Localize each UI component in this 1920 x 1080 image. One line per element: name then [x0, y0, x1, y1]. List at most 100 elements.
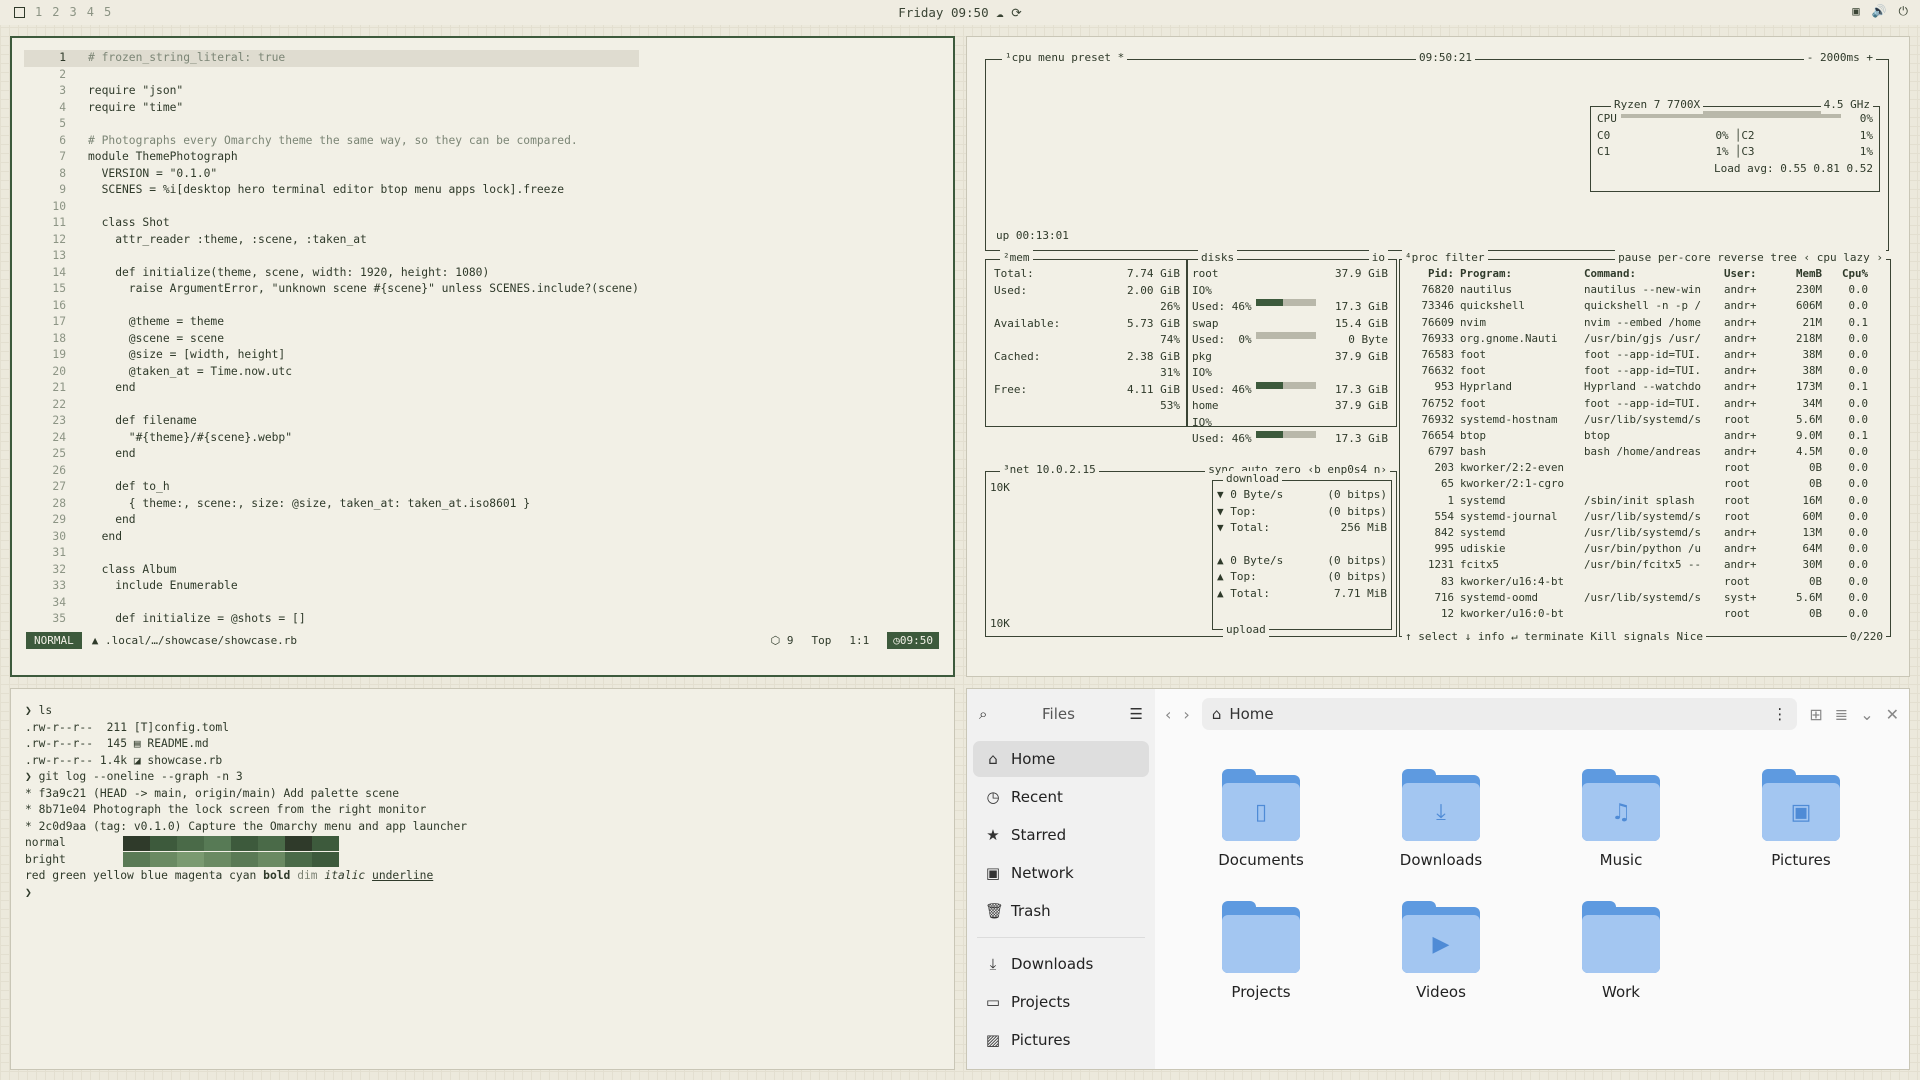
code-line[interactable]: 8 VERSION = "0.1.0": [24, 166, 639, 183]
code-line[interactable]: 12 attr_reader :theme, :scene, :taken_at: [24, 232, 639, 249]
forward-icon[interactable]: ›: [1183, 705, 1189, 724]
code-line[interactable]: 16: [24, 298, 639, 315]
proc-row[interactable]: 842 systemd/usr/lib/systemd/s andr+ 13M 0.0: [1406, 525, 1884, 541]
code-line[interactable]: 32 class Album: [24, 562, 639, 579]
proc-row[interactable]: 1231 fcitx5/usr/bin/fcitx5 -- andr+ 30M 0.0: [1406, 557, 1884, 573]
code-line[interactable]: 31: [24, 545, 639, 562]
code-line[interactable]: 9 SCENES = %i[desktop hero terminal edit…: [24, 182, 639, 199]
folder-videos[interactable]: ▶ Videos: [1351, 901, 1531, 1001]
menu-icon[interactable]: ☰: [1130, 705, 1143, 723]
proc-footer[interactable]: ↑ select ↓ info ↵ terminate Kill signals…: [1402, 628, 1707, 645]
terminal-window[interactable]: ❯ ls .rw-r--r-- 211 [T]config.toml .rw-r--…: [10, 688, 955, 1070]
sidebar-item-pictures[interactable]: ▨ Pictures: [973, 1022, 1149, 1058]
code-line[interactable]: 15 raise ArgumentError, "unknown scene #…: [24, 281, 639, 298]
folder-music[interactable]: ♫ Music: [1531, 769, 1711, 869]
editor-buffer[interactable]: 1 # frozen_string_literal: true 2 3 require …: [24, 50, 639, 628]
search-icon[interactable]: ⌕: [979, 705, 987, 723]
sidebar-item-trash[interactable]: 🗑 Trash: [973, 893, 1149, 929]
code-line[interactable]: 35 def initialize = @shots = []: [24, 611, 639, 628]
code-line[interactable]: 3 require "json": [24, 83, 639, 100]
code-line[interactable]: 33 include Enumerable: [24, 578, 639, 595]
proc-row[interactable]: 83 kworker/u16:4-bt root 0B 0.0: [1406, 574, 1884, 590]
code-line[interactable]: 20 @taken_at = Time.now.utc: [24, 364, 639, 381]
folder-pictures[interactable]: ▣ Pictures: [1711, 769, 1891, 869]
view-list-icon[interactable]: ≣: [1835, 705, 1848, 724]
folder-projects[interactable]: Projects: [1171, 901, 1351, 1001]
prompt[interactable]: ❯: [25, 885, 467, 902]
folder-work[interactable]: Work: [1531, 901, 1711, 1001]
code-line[interactable]: 28 { theme:, scene:, size: @size, taken_…: [24, 496, 639, 513]
proc-row[interactable]: 76609 nvim nvim --embed /home andr+ 21M 0.1: [1406, 315, 1884, 331]
code-line[interactable]: 27 def to_h: [24, 479, 639, 496]
files-window[interactable]: ⌕ Files ☰ ⌂ Home ◷ Recent ★ Starred ▣ Network 🗑 T…: [966, 688, 1910, 1070]
proc-row[interactable]: 203 kworker/2:2-even root 0B 0.0: [1406, 460, 1884, 476]
code-line[interactable]: 13: [24, 248, 639, 265]
folder-documents[interactable]: ▯ Documents: [1171, 769, 1351, 869]
code-line[interactable]: 6 # Photographs every Omarchy theme the s…: [24, 133, 639, 150]
proc-row[interactable]: 716 systemd-oomd/usr/lib/systemd/s syst+ 5.…: [1406, 590, 1884, 606]
clock[interactable]: Friday 09:50 ☁ ⟳: [0, 5, 1920, 20]
proc-row[interactable]: 76933 org.gnome.Nauti/usr/bin/gjs /usr/an…: [1406, 331, 1884, 347]
proc-row[interactable]: 76820 nautilus nautilus --new-win andr+ 230M…: [1406, 282, 1884, 298]
screen-icon[interactable]: ▣: [1852, 4, 1859, 19]
proc-row[interactable]: 995 udiskie/usr/bin/python /u andr+ 64M 0.0: [1406, 541, 1884, 557]
code-line[interactable]: 23 def filename: [24, 413, 639, 430]
code-line[interactable]: 30 end: [24, 529, 639, 546]
close-icon[interactable]: ✕: [1886, 705, 1899, 724]
code-line[interactable]: 17 @theme = theme: [24, 314, 639, 331]
proc-row[interactable]: 76654 btop btop andr+ 9.0M 0.1: [1406, 428, 1884, 444]
proc-row[interactable]: 76583 foot foot --app-id=TUI. andr+ 38M 0.0: [1406, 347, 1884, 363]
code-line[interactable]: 26: [24, 463, 639, 480]
neovim-window[interactable]: 1 # frozen_string_literal: true 2 3 require …: [10, 36, 955, 677]
code-line[interactable]: 24 "#{theme}/#{scene}.webp": [24, 430, 639, 447]
proc-row[interactable]: 554 systemd-journal/usr/lib/systemd/s root…: [1406, 509, 1884, 525]
filter-button[interactable]: filter: [1445, 251, 1485, 264]
code-line[interactable]: 10: [24, 199, 639, 216]
interval-control[interactable]: - 2000ms +: [1803, 50, 1876, 67]
code-line[interactable]: 2: [24, 67, 639, 84]
menu-button[interactable]: menu: [1038, 51, 1065, 64]
proc-row[interactable]: 6797 bash bash /home/andreas andr+ 4.5M 0.0: [1406, 444, 1884, 460]
proc-row[interactable]: 1 systemd/sbin/init splash root 16M 0.0: [1406, 493, 1884, 509]
code-text: { theme:, scene:, size: @size, taken_at:…: [88, 496, 531, 510]
code-line[interactable]: 5: [24, 116, 639, 133]
code-line[interactable]: 21 end: [24, 380, 639, 397]
proc-row[interactable]: 953 Hyprland Hyprland --watchdo andr+ 173M 0.…: [1406, 379, 1884, 395]
code-line[interactable]: 22: [24, 397, 639, 414]
sidebar-item-recent[interactable]: ◷ Recent: [973, 779, 1149, 815]
new-folder-icon[interactable]: ⊞: [1809, 705, 1822, 724]
code-line[interactable]: 34: [24, 595, 639, 612]
chevron-down-icon[interactable]: ⌄: [1860, 705, 1873, 724]
proc-row[interactable]: 12 kworker/u16:0-bt root 0B 0.0: [1406, 606, 1884, 622]
code-line[interactable]: 19 @size = [width, height]: [24, 347, 639, 364]
proc-row[interactable]: 65 kworker/2:1-cgro root 0B 0.0: [1406, 476, 1884, 492]
preset-button[interactable]: preset *: [1071, 51, 1124, 64]
btop-window[interactable]: ¹cpu menu preset * 09:50:21 - 2000ms + R…: [966, 36, 1910, 677]
back-icon[interactable]: ‹: [1165, 705, 1171, 724]
code-line[interactable]: 29 end: [24, 512, 639, 529]
code-line[interactable]: 18 @scene = scene: [24, 331, 639, 348]
sidebar-item-projects[interactable]: ▭ Projects: [973, 984, 1149, 1020]
volume-icon[interactable]: 🔊: [1872, 4, 1887, 19]
power-icon[interactable]: ⏻: [1899, 4, 1909, 19]
code-line[interactable]: 11 class Shot: [24, 215, 639, 232]
code-line[interactable]: 1 # frozen_string_literal: true: [24, 50, 639, 67]
proc-options[interactable]: pause per-core reverse tree ‹ cpu lazy ›: [1615, 250, 1886, 267]
folder-downloads[interactable]: ⤓ Downloads: [1351, 769, 1531, 869]
location-bar[interactable]: ⌂ Home ⋮: [1201, 698, 1798, 730]
proc-row[interactable]: 76632 foot foot --app-id=TUI. andr+ 38M 0.0: [1406, 363, 1884, 379]
sidebar-item-home[interactable]: ⌂ Home: [973, 741, 1149, 777]
sidebar-item-network[interactable]: ▣ Network: [973, 855, 1149, 891]
proc-row[interactable]: 76752 foot foot --app-id=TUI. andr+ 34M 0.0: [1406, 396, 1884, 412]
code-line[interactable]: 14 def initialize(theme, scene, width: 1…: [24, 265, 639, 282]
io-toggle[interactable]: io: [1368, 250, 1388, 267]
code-text: @theme = theme: [88, 315, 225, 328]
code-line[interactable]: 7 module ThemePhotograph: [24, 149, 639, 166]
proc-row[interactable]: 73346 quickshell quickshell -n -p / andr+ 60…: [1406, 298, 1884, 314]
code-line[interactable]: 25 end: [24, 446, 639, 463]
sidebar-item-starred[interactable]: ★ Starred: [973, 817, 1149, 853]
code-line[interactable]: 4 require "time": [24, 100, 639, 117]
disk-usage-bar: [1255, 431, 1316, 438]
proc-row[interactable]: 76932 systemd-hostnam/usr/lib/systemd/s ro…: [1406, 412, 1884, 428]
sidebar-item-downloads[interactable]: ⤓ Downloads: [973, 946, 1149, 982]
